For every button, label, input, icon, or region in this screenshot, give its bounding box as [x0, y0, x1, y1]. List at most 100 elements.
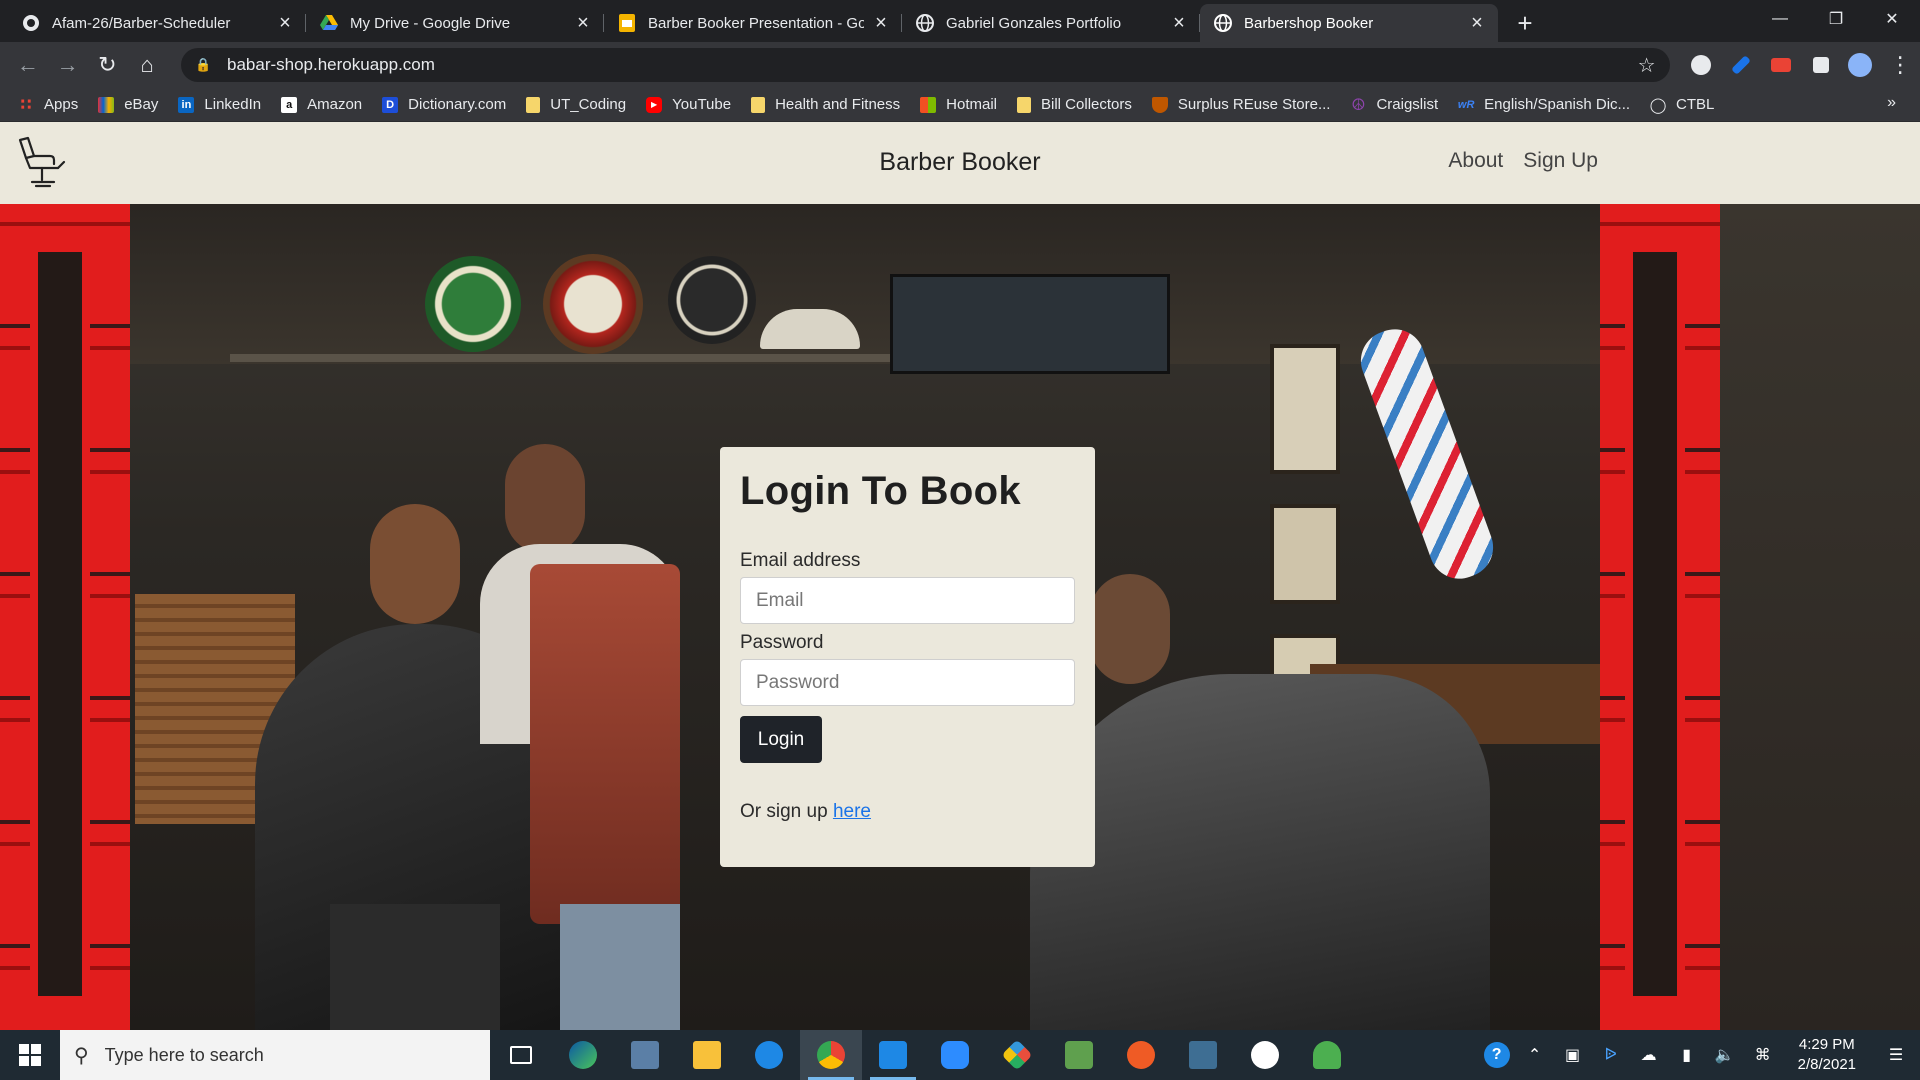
taskbar-search-placeholder: Type here to search [104, 1044, 264, 1065]
onedrive-icon[interactable]: ☁ [1630, 1030, 1668, 1080]
barber-jeans [560, 904, 680, 1030]
globe-icon [916, 14, 934, 32]
nav-about-link[interactable]: About [1448, 149, 1503, 173]
vscode-icon[interactable] [862, 1030, 924, 1080]
ebay-icon [98, 96, 115, 113]
profile-avatar[interactable] [1841, 45, 1881, 85]
forward-icon[interactable]: → [48, 45, 88, 85]
help-icon[interactable]: ? [1478, 1030, 1516, 1080]
clock-date: 2/8/2021 [1797, 1056, 1856, 1073]
tab-google-drive[interactable]: My Drive - Google Drive × [306, 4, 604, 42]
login-title: Login To Book [740, 469, 1021, 513]
folder-icon [1017, 96, 1032, 113]
close-window-icon[interactable]: ✕ [1864, 0, 1920, 38]
nodejs-icon[interactable] [1048, 1030, 1110, 1080]
extensions-puzzle-icon[interactable] [1801, 45, 1841, 85]
close-icon[interactable]: × [574, 12, 592, 34]
email-field[interactable] [740, 577, 1075, 624]
tab-portfolio[interactable]: Gabriel Gonzales Portfolio × [902, 4, 1200, 42]
extension-white-circle-icon[interactable] [1682, 45, 1722, 85]
bookmark-youtube[interactable]: ▶ YouTube [646, 96, 731, 113]
bookmark-hotmail[interactable]: Hotmail [920, 96, 997, 113]
weather-app-icon[interactable] [738, 1030, 800, 1080]
battery-icon[interactable]: ▮ [1668, 1030, 1706, 1080]
bookmark-linkedin[interactable]: in LinkedIn [178, 96, 261, 113]
bookmark-surplus-reuse[interactable]: Surplus REuse Store... [1151, 96, 1330, 113]
calculator-icon[interactable] [614, 1030, 676, 1080]
task-view-icon[interactable] [490, 1030, 552, 1080]
site-navbar: Barber Booker About Sign Up [0, 122, 1920, 204]
framed-portrait [1270, 344, 1340, 474]
bookmark-bill-collectors[interactable]: Bill Collectors [1017, 96, 1132, 113]
bookmark-health-fitness[interactable]: Health and Fitness [751, 96, 900, 113]
volume-icon[interactable]: 🔈 [1706, 1030, 1744, 1080]
wifi-icon[interactable]: ⌘ [1744, 1030, 1782, 1080]
globe-icon [1214, 14, 1232, 32]
login-button[interactable]: Login [740, 716, 822, 763]
bookmark-craigslist[interactable]: ☮ Craigslist [1350, 96, 1438, 114]
linkedin-icon: in [178, 96, 195, 113]
bookmark-english-spanish[interactable]: wR English/Spanish Dic... [1458, 96, 1630, 113]
lock-icon: 🔒 [195, 57, 212, 72]
close-icon[interactable]: × [1468, 12, 1486, 34]
back-icon[interactable]: ← [8, 45, 48, 85]
site-brand[interactable]: Barber Booker [0, 148, 1920, 177]
tab-google-slides[interactable]: Barber Booker Presentation - Goo × [604, 4, 902, 42]
windows-taskbar: ⚲ Type here to search ? ⌃ ▣ ᐉ ☁ ▮ 🔈 ⌘ 4:… [0, 1030, 1920, 1080]
taskbar-search-input[interactable]: ⚲ Type here to search [60, 1030, 490, 1080]
new-tab-button[interactable]: + [1508, 6, 1542, 40]
signup-here-link[interactable]: here [833, 801, 871, 822]
address-bar[interactable]: 🔒 babar-shop.herokuapp.com ☆ [181, 48, 1670, 82]
bookmark-dictionary[interactable]: D Dictionary.com [382, 96, 506, 113]
budweiser-sign [543, 254, 643, 354]
signup-prefix: Or sign up [740, 801, 833, 822]
mysql-workbench-icon[interactable] [1172, 1030, 1234, 1080]
home-icon[interactable]: ⌂ [127, 45, 167, 85]
jack-daniels-sign [668, 256, 756, 344]
google-slides-icon [618, 14, 636, 32]
bookmark-amazon[interactable]: a Amazon [281, 96, 362, 113]
edge-icon[interactable] [552, 1030, 614, 1080]
bookmark-ctbl[interactable]: ◯ CTBL [1650, 96, 1715, 114]
more-bookmarks-icon[interactable]: » [1887, 94, 1896, 112]
extension-pen-icon[interactable] [1721, 45, 1761, 85]
bookmark-apps[interactable]: ∷ Apps [18, 96, 78, 114]
password-field[interactable] [740, 659, 1075, 706]
close-icon[interactable]: × [1170, 12, 1188, 34]
meet-now-icon[interactable]: ▣ [1554, 1030, 1592, 1080]
chevron-up-icon[interactable]: ⌃ [1516, 1030, 1554, 1080]
chrome-icon[interactable] [800, 1030, 862, 1080]
bookmark-star-icon[interactable]: ☆ [1638, 53, 1656, 78]
notifications-icon[interactable]: ☰ [1872, 1030, 1920, 1080]
window-controls: — ❐ ✕ [1752, 0, 1920, 38]
zoom-icon[interactable] [924, 1030, 986, 1080]
apps-grid-icon: ∷ [20, 96, 32, 114]
robo3t-icon[interactable] [1296, 1030, 1358, 1080]
nav-signup-link[interactable]: Sign Up [1523, 149, 1598, 173]
restore-icon[interactable]: ❐ [1808, 0, 1864, 38]
mongodb-icon[interactable] [1234, 1030, 1296, 1080]
bookmark-ebay[interactable]: eBay [98, 96, 158, 113]
tab-strip: Afam-26/Barber-Scheduler × My Drive - Go… [0, 0, 1920, 42]
taskbar-clock[interactable]: 4:29 PM 2/8/2021 [1782, 1035, 1872, 1075]
close-icon[interactable]: × [872, 12, 890, 34]
bookmark-ut-coding[interactable]: UT_Coding [526, 96, 626, 113]
tab-barbershop-booker[interactable]: Barbershop Booker × [1200, 4, 1498, 42]
wordreference-icon: wR [1457, 98, 1475, 111]
tab-title: Gabriel Gonzales Portfolio [946, 14, 1122, 32]
git-kraken-icon[interactable] [986, 1030, 1048, 1080]
close-icon[interactable]: × [276, 12, 294, 34]
browser-toolbar: ← → ↻ ⌂ 🔒 babar-shop.herokuapp.com ☆ ⋮ [0, 42, 1920, 88]
reload-icon[interactable]: ↻ [88, 45, 128, 85]
minimize-icon[interactable]: — [1752, 0, 1808, 38]
extension-screencast-icon[interactable] [1761, 45, 1801, 85]
windows-start-icon[interactable] [0, 1030, 60, 1080]
bluetooth-icon[interactable]: ᐉ [1592, 1030, 1630, 1080]
file-explorer-icon[interactable] [676, 1030, 738, 1080]
tab-title: My Drive - Google Drive [350, 14, 511, 32]
menu-kebab-icon[interactable]: ⋮ [1880, 45, 1920, 85]
dictionary-icon: D [382, 96, 399, 113]
postman-icon[interactable] [1110, 1030, 1172, 1080]
peace-icon: ☮ [1351, 96, 1366, 114]
tab-github[interactable]: Afam-26/Barber-Scheduler × [8, 4, 306, 42]
